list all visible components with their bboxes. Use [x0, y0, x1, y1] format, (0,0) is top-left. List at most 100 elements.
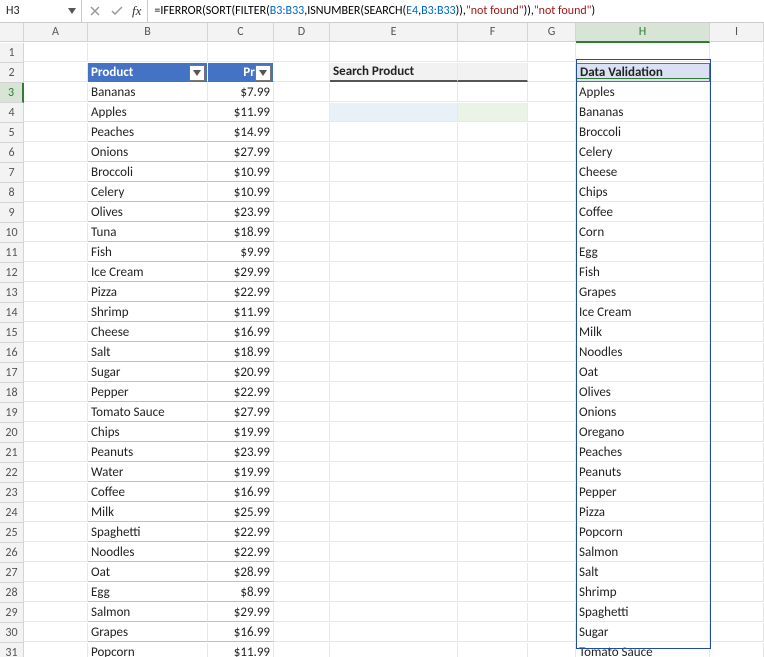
filter-button-price[interactable] — [255, 65, 271, 81]
table-cell-price[interactable]: $28.99 — [208, 563, 274, 582]
table-cell-product[interactable]: Olives — [88, 203, 208, 222]
cell-I5[interactable] — [710, 123, 764, 142]
data-validation-item[interactable]: Onions — [576, 403, 710, 422]
table-cell-product[interactable]: Oat — [88, 563, 208, 582]
cell-D19[interactable] — [274, 403, 330, 422]
data-validation-item[interactable]: Apples — [576, 83, 710, 102]
cell-E8[interactable] — [330, 183, 458, 202]
data-validation-item[interactable]: Peanuts — [576, 463, 710, 482]
table-cell-product[interactable]: Peanuts — [88, 443, 208, 462]
cell-A18[interactable] — [24, 383, 88, 402]
row-header-12[interactable]: 12 — [0, 263, 24, 283]
search-result-cell[interactable] — [458, 103, 528, 122]
cell-G15[interactable] — [528, 323, 576, 342]
cell-E22[interactable] — [330, 463, 458, 482]
row-header-29[interactable]: 29 — [0, 603, 24, 623]
cell-G23[interactable] — [528, 483, 576, 502]
cell-D2[interactable] — [274, 63, 330, 82]
row-header-22[interactable]: 22 — [0, 463, 24, 483]
cell-A30[interactable] — [24, 623, 88, 642]
cell-F1[interactable] — [458, 43, 528, 62]
search-input-cell[interactable] — [330, 103, 458, 122]
cell-E16[interactable] — [330, 343, 458, 362]
cell-F24[interactable] — [458, 503, 528, 522]
cell-E31[interactable] — [330, 643, 458, 657]
col-header-C[interactable]: C — [208, 23, 274, 42]
table-cell-product[interactable]: Ice Cream — [88, 263, 208, 282]
table-cell-product[interactable]: Apples — [88, 103, 208, 122]
data-validation-item[interactable]: Spaghetti — [576, 603, 710, 622]
cell-F8[interactable] — [458, 183, 528, 202]
cell-I24[interactable] — [710, 503, 764, 522]
table-cell-product[interactable]: Fish — [88, 243, 208, 262]
cell-A21[interactable] — [24, 443, 88, 462]
table-cell-price[interactable]: $22.99 — [208, 543, 274, 562]
row-header-2[interactable]: 2 — [0, 63, 24, 83]
cell-E5[interactable] — [330, 123, 458, 142]
data-validation-item[interactable]: Peaches — [576, 443, 710, 462]
cell-F12[interactable] — [458, 263, 528, 282]
row-header-17[interactable]: 17 — [0, 363, 24, 383]
cell-F23[interactable] — [458, 483, 528, 502]
cell-D24[interactable] — [274, 503, 330, 522]
cell-G21[interactable] — [528, 443, 576, 462]
cell-F7[interactable] — [458, 163, 528, 182]
cell-G31[interactable] — [528, 643, 576, 657]
table-cell-price[interactable]: $22.99 — [208, 523, 274, 542]
cell-F15[interactable] — [458, 323, 528, 342]
cell-G19[interactable] — [528, 403, 576, 422]
cell-A17[interactable] — [24, 363, 88, 382]
cell-A28[interactable] — [24, 583, 88, 602]
cell-I22[interactable] — [710, 463, 764, 482]
data-validation-item[interactable]: Milk — [576, 323, 710, 342]
fx-icon[interactable]: fx — [132, 3, 141, 19]
cell-I23[interactable] — [710, 483, 764, 502]
row-header-15[interactable]: 15 — [0, 323, 24, 343]
data-validation-item[interactable]: Cheese — [576, 163, 710, 182]
table-cell-price[interactable]: $11.99 — [208, 303, 274, 322]
cell-A1[interactable] — [24, 43, 88, 62]
cell-G20[interactable] — [528, 423, 576, 442]
data-validation-item[interactable]: Salmon — [576, 543, 710, 562]
table-header-price[interactable]: Price — [208, 63, 274, 82]
table-cell-product[interactable]: Noodles — [88, 543, 208, 562]
cell-D31[interactable] — [274, 643, 330, 657]
data-validation-item[interactable]: Bananas — [576, 103, 710, 122]
cell-D27[interactable] — [274, 563, 330, 582]
cell-A4[interactable] — [24, 103, 88, 122]
cell-D5[interactable] — [274, 123, 330, 142]
cell-G17[interactable] — [528, 363, 576, 382]
cell-G30[interactable] — [528, 623, 576, 642]
col-header-G[interactable]: G — [528, 23, 576, 42]
cell-D23[interactable] — [274, 483, 330, 502]
cell-D30[interactable] — [274, 623, 330, 642]
formula-input[interactable]: =IFERROR(SORT(FILTER(B3:B33,ISNUMBER(SEA… — [148, 4, 764, 18]
cell-G4[interactable] — [528, 103, 576, 122]
cell-D16[interactable] — [274, 343, 330, 362]
col-header-A[interactable]: A — [24, 23, 88, 42]
cell-I10[interactable] — [710, 223, 764, 242]
col-header-E[interactable]: E — [330, 23, 458, 42]
cell-I7[interactable] — [710, 163, 764, 182]
table-cell-product[interactable]: Tomato Sauce — [88, 403, 208, 422]
table-cell-price[interactable]: $29.99 — [208, 603, 274, 622]
table-cell-price[interactable]: $11.99 — [208, 643, 274, 657]
row-header-25[interactable]: 25 — [0, 523, 24, 543]
data-validation-item[interactable]: Oregano — [576, 423, 710, 442]
cell-G12[interactable] — [528, 263, 576, 282]
table-cell-product[interactable]: Peaches — [88, 123, 208, 142]
cell-G24[interactable] — [528, 503, 576, 522]
cell-I31[interactable] — [710, 643, 764, 657]
cell-E7[interactable] — [330, 163, 458, 182]
cell-I6[interactable] — [710, 143, 764, 162]
data-validation-item[interactable]: Pepper — [576, 483, 710, 502]
cell-G28[interactable] — [528, 583, 576, 602]
enter-icon[interactable] — [110, 4, 124, 18]
cell-F20[interactable] — [458, 423, 528, 442]
cell-A2[interactable] — [24, 63, 88, 82]
cell-A31[interactable] — [24, 643, 88, 657]
table-cell-price[interactable]: $8.99 — [208, 583, 274, 602]
cell-D7[interactable] — [274, 163, 330, 182]
cell-B1[interactable] — [88, 43, 208, 62]
cell-F13[interactable] — [458, 283, 528, 302]
